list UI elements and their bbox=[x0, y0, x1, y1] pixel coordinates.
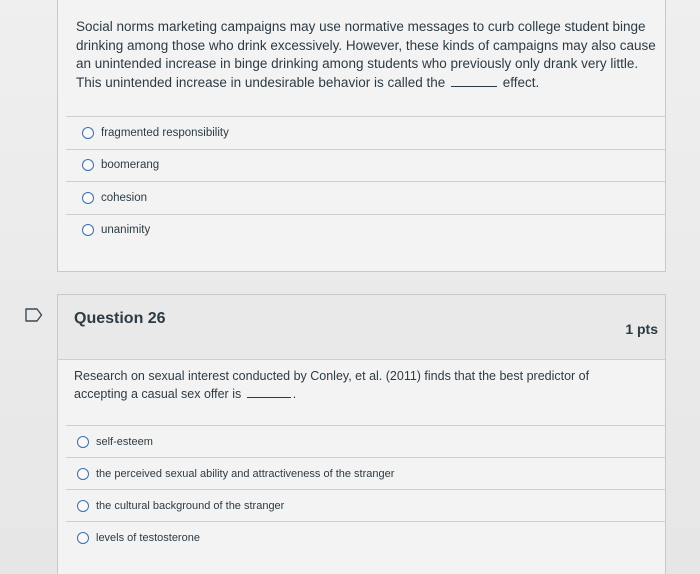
answer-label: fragmented responsibility bbox=[101, 126, 229, 139]
answer-option[interactable]: the cultural background of the stranger bbox=[66, 489, 665, 521]
radio-button-icon[interactable] bbox=[77, 531, 89, 544]
radio-button-icon[interactable] bbox=[82, 191, 94, 204]
question-text-part: Social norms marketing campaigns may use… bbox=[76, 19, 656, 90]
answer-label: unanimity bbox=[101, 224, 151, 237]
answer-option[interactable]: cohesion bbox=[66, 181, 665, 214]
question-text-part: . bbox=[292, 387, 297, 401]
answer-label: the perceived sexual ability and attract… bbox=[96, 467, 395, 480]
radio-button-icon[interactable] bbox=[82, 126, 94, 139]
question-points: 1 pts bbox=[625, 321, 658, 337]
answer-option[interactable]: levels of testosterone bbox=[66, 521, 665, 553]
radio-button-icon[interactable] bbox=[82, 159, 94, 172]
answer-label: self-esteem bbox=[96, 435, 153, 448]
answer-option[interactable]: the perceived sexual ability and attract… bbox=[66, 457, 665, 489]
question-text: Research on sexual interest conducted by… bbox=[74, 367, 634, 403]
answer-list: self-esteem the perceived sexual ability… bbox=[66, 425, 665, 553]
answer-label: the cultural background of the stranger bbox=[96, 499, 285, 512]
radio-button-icon[interactable] bbox=[77, 467, 89, 480]
radio-button-icon[interactable] bbox=[82, 224, 94, 237]
answer-option[interactable]: boomerang bbox=[66, 148, 665, 182]
quiz-page: Social norms marketing campaigns may use… bbox=[0, 0, 700, 574]
answer-label: cohesion bbox=[101, 191, 148, 204]
radio-button-icon[interactable] bbox=[77, 499, 89, 512]
answer-option[interactable]: unanimity bbox=[66, 213, 665, 247]
answer-list: fragmented responsibility boomerang cohe… bbox=[66, 116, 665, 246]
question-text-part: effect. bbox=[502, 74, 540, 90]
question-text: Social norms marketing campaigns may use… bbox=[76, 18, 656, 92]
question-header: Question 26 1 pts bbox=[58, 295, 665, 360]
answer-label: boomerang bbox=[101, 159, 160, 172]
question-card-26: Question 26 1 pts Research on sexual int… bbox=[57, 294, 666, 574]
question-card-25: Social norms marketing campaigns may use… bbox=[57, 0, 666, 272]
question-text-part: Research on sexual interest conducted by… bbox=[74, 369, 590, 401]
answer-option[interactable]: self-esteem bbox=[66, 425, 665, 457]
fill-in-blank bbox=[451, 74, 497, 87]
radio-button-icon[interactable] bbox=[77, 435, 89, 448]
question-title: Question 26 bbox=[74, 310, 166, 327]
answer-option[interactable]: fragmented responsibility bbox=[66, 116, 665, 149]
fill-in-blank bbox=[246, 385, 291, 398]
flag-question-icon[interactable] bbox=[25, 308, 43, 322]
answer-label: levels of testosterone bbox=[96, 531, 200, 544]
